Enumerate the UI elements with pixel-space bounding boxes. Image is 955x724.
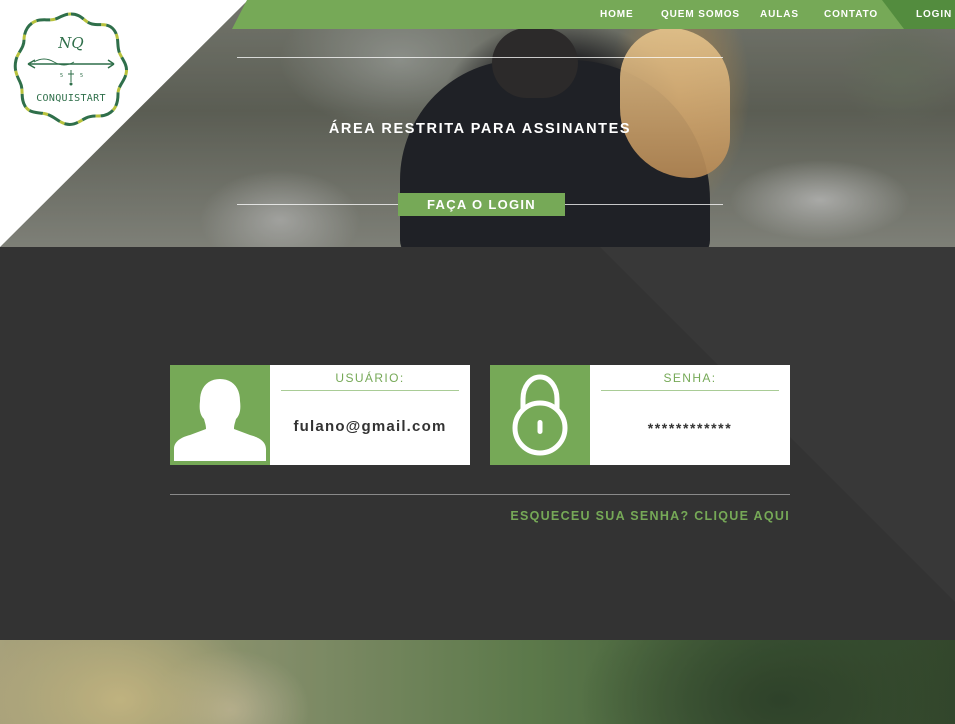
hero-login-button[interactable]: FAÇA O LOGIN	[398, 193, 565, 216]
logo[interactable]: NQ 5 5 CONQUISTART	[12, 10, 130, 128]
svg-text:5: 5	[80, 73, 83, 79]
login-diagonal-shade	[600, 247, 955, 602]
nav-item-contato[interactable]: CONTATO	[824, 0, 878, 29]
hero-title: ÁREA RESTRITA PARA ASSINANTES	[328, 121, 632, 137]
user-field-label: USUÁRIO:	[335, 371, 405, 385]
user-icon	[170, 365, 270, 465]
password-field-label: SENHA:	[663, 371, 717, 385]
login-divider	[170, 494, 790, 495]
nav-item-aulas[interactable]: AULAS	[760, 0, 799, 29]
bottom-photo-banner	[0, 640, 955, 724]
hero-top-rule	[237, 57, 723, 58]
forgot-password-link[interactable]: ESQUECEU SUA SENHA? CLIQUE AQUI	[510, 509, 790, 523]
lock-icon	[490, 365, 590, 465]
hero-photo-head	[492, 28, 578, 98]
password-field-label-rule	[601, 390, 779, 391]
user-field-value[interactable]: fulano@gmail.com	[270, 418, 470, 435]
nav-item-home[interactable]: HOME	[600, 0, 634, 29]
user-field[interactable]: USUÁRIO: fulano@gmail.com	[170, 365, 470, 465]
nav-item-login[interactable]: LOGIN	[916, 0, 952, 29]
user-field-label-rule	[281, 390, 459, 391]
logo-monogram: NQ	[57, 34, 83, 52]
logo-name: CONQUISTART	[36, 93, 106, 104]
svg-text:5: 5	[60, 73, 63, 79]
password-field[interactable]: SENHA: ************	[490, 365, 790, 465]
logo-badge-icon: NQ 5 5 CONQUISTART	[13, 12, 128, 126]
login-section: USUÁRIO: fulano@gmail.com SENHA: *******…	[0, 247, 955, 640]
nav-item-quem-somos[interactable]: QUEM SOMOS	[661, 0, 740, 29]
password-field-value[interactable]: ************	[590, 420, 790, 436]
